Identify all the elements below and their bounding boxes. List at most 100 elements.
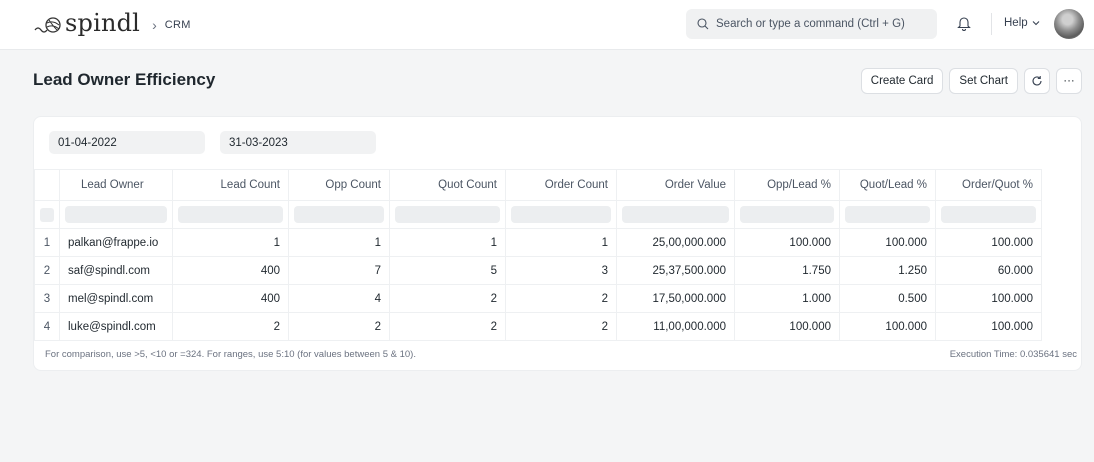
- column-filter-input[interactable]: [511, 206, 611, 223]
- execution-time: Execution Time: 0.035641 sec: [949, 349, 1077, 360]
- table-cell[interactable]: 1.000: [734, 284, 840, 313]
- help-label: Help: [1004, 17, 1028, 29]
- report-table: Lead Owner Lead Count Opp Count Quot Cou…: [34, 169, 1042, 341]
- row-index: 4: [34, 312, 60, 341]
- column-header[interactable]: Order Value: [616, 169, 735, 201]
- table-cell[interactable]: mel@spindl.com: [59, 284, 173, 313]
- column-header[interactable]: Quot Count: [389, 169, 506, 201]
- row-index-header: [34, 169, 60, 201]
- table-cell[interactable]: 2: [505, 312, 617, 341]
- notification-bell-icon[interactable]: [957, 15, 971, 31]
- table-cell[interactable]: 100.000: [935, 228, 1042, 257]
- table-cell[interactable]: 3: [505, 256, 617, 285]
- table-cell[interactable]: 25,37,500.000: [616, 256, 735, 285]
- table-cell[interactable]: 100.000: [734, 228, 840, 257]
- filter-cell: [616, 200, 735, 229]
- column-header[interactable]: Order/Quot %: [935, 169, 1042, 201]
- table-cell[interactable]: 100.000: [935, 284, 1042, 313]
- table-cell[interactable]: 2: [505, 284, 617, 313]
- table-cell[interactable]: saf@spindl.com: [59, 256, 173, 285]
- column-header[interactable]: Lead Owner: [59, 169, 173, 201]
- report-card: 01-04-2022 31-03-2023 Lead Owner Lead Co…: [33, 116, 1082, 371]
- filter-cell: [839, 200, 936, 229]
- table-cell[interactable]: 1: [389, 228, 506, 257]
- table-cell[interactable]: 100.000: [734, 312, 840, 341]
- search-placeholder: Search or type a command (Ctrl + G): [716, 18, 905, 30]
- navbar: spindl › CRM Search or type a command (C…: [0, 0, 1094, 50]
- column-header[interactable]: Quot/Lead %: [839, 169, 936, 201]
- table-cell[interactable]: palkan@frappe.io: [59, 228, 173, 257]
- filter-cell: [935, 200, 1042, 229]
- search-input[interactable]: Search or type a command (Ctrl + G): [686, 9, 937, 39]
- user-avatar[interactable]: [1054, 9, 1084, 39]
- table-row[interactable]: 1 palkan@frappe.io 1 1 1 1 25,00,000.000…: [34, 228, 1042, 257]
- column-filter-input[interactable]: [294, 206, 384, 223]
- column-filter-input[interactable]: [622, 206, 729, 223]
- table-header-row: Lead Owner Lead Count Opp Count Quot Cou…: [34, 169, 1042, 201]
- filter-cell: [59, 200, 173, 229]
- table-cell[interactable]: 2: [288, 312, 390, 341]
- navbar-right: Search or type a command (Ctrl + G) Help: [686, 9, 1084, 39]
- table-cell[interactable]: 11,00,000.000: [616, 312, 735, 341]
- refresh-icon: [1032, 76, 1042, 86]
- filter-cell: [505, 200, 617, 229]
- page-actions: Create Card Set Chart ···: [860, 68, 1082, 94]
- to-date-field[interactable]: 31-03-2023: [220, 131, 376, 154]
- logo-icon: [34, 16, 61, 33]
- table-cell[interactable]: 2: [172, 312, 289, 341]
- column-filter-input[interactable]: [65, 206, 167, 223]
- more-options-button[interactable]: ···: [1056, 68, 1082, 94]
- table-cell[interactable]: 1.250: [839, 256, 936, 285]
- breadcrumb[interactable]: CRM: [165, 19, 191, 31]
- chevron-right-icon: ›: [152, 16, 157, 33]
- table-cell[interactable]: 5: [389, 256, 506, 285]
- create-card-button[interactable]: Create Card: [860, 68, 944, 94]
- table-cell[interactable]: 1.750: [734, 256, 840, 285]
- help-dropdown[interactable]: Help: [1004, 17, 1040, 29]
- table-cell[interactable]: 100.000: [839, 312, 936, 341]
- column-filter-input[interactable]: [395, 206, 500, 223]
- navbar-divider: [991, 13, 992, 35]
- table-cell[interactable]: 17,50,000.000: [616, 284, 735, 313]
- table-cell[interactable]: 1: [505, 228, 617, 257]
- column-header[interactable]: Opp Count: [288, 169, 390, 201]
- column-filter-input[interactable]: [845, 206, 930, 223]
- table-cell[interactable]: 25,00,000.000: [616, 228, 735, 257]
- filter-cell: [734, 200, 840, 229]
- filter-cell: [172, 200, 289, 229]
- table-cell[interactable]: 7: [288, 256, 390, 285]
- column-filter-input[interactable]: [941, 206, 1036, 223]
- filter-cell: [389, 200, 506, 229]
- filter-bar: 01-04-2022 31-03-2023: [49, 131, 376, 154]
- table-row[interactable]: 3 mel@spindl.com 400 4 2 2 17,50,000.000…: [34, 284, 1042, 313]
- table-cell[interactable]: 60.000: [935, 256, 1042, 285]
- refresh-button[interactable]: [1024, 68, 1050, 94]
- column-filter-row: [34, 200, 1042, 229]
- table-row[interactable]: 4 luke@spindl.com 2 2 2 2 11,00,000.000 …: [34, 312, 1042, 341]
- column-filter-input[interactable]: [178, 206, 283, 223]
- table-cell[interactable]: luke@spindl.com: [59, 312, 173, 341]
- column-header[interactable]: Opp/Lead %: [734, 169, 840, 201]
- table-cell[interactable]: 0.500: [839, 284, 936, 313]
- table-cell[interactable]: 2: [389, 312, 506, 341]
- table-cell[interactable]: 2: [389, 284, 506, 313]
- column-filter-input[interactable]: [740, 206, 834, 223]
- select-all-checkbox[interactable]: [40, 207, 54, 222]
- table-cell[interactable]: 4: [288, 284, 390, 313]
- app-logo[interactable]: spindl: [33, 9, 140, 37]
- filter-help-text: For comparison, use >5, <10 or =324. For…: [45, 349, 416, 360]
- table-cell[interactable]: 400: [172, 256, 289, 285]
- set-chart-button[interactable]: Set Chart: [949, 68, 1018, 94]
- search-icon: [697, 18, 709, 30]
- row-index: 1: [34, 228, 60, 257]
- table-row[interactable]: 2 saf@spindl.com 400 7 5 3 25,37,500.000…: [34, 256, 1042, 285]
- table-cell[interactable]: 400: [172, 284, 289, 313]
- table-cell[interactable]: 100.000: [935, 312, 1042, 341]
- column-header[interactable]: Order Count: [505, 169, 617, 201]
- table-cell[interactable]: 1: [172, 228, 289, 257]
- from-date-field[interactable]: 01-04-2022: [49, 131, 205, 154]
- table-cell[interactable]: 1: [288, 228, 390, 257]
- column-header[interactable]: Lead Count: [172, 169, 289, 201]
- table-cell[interactable]: 100.000: [839, 228, 936, 257]
- row-index: 3: [34, 284, 60, 313]
